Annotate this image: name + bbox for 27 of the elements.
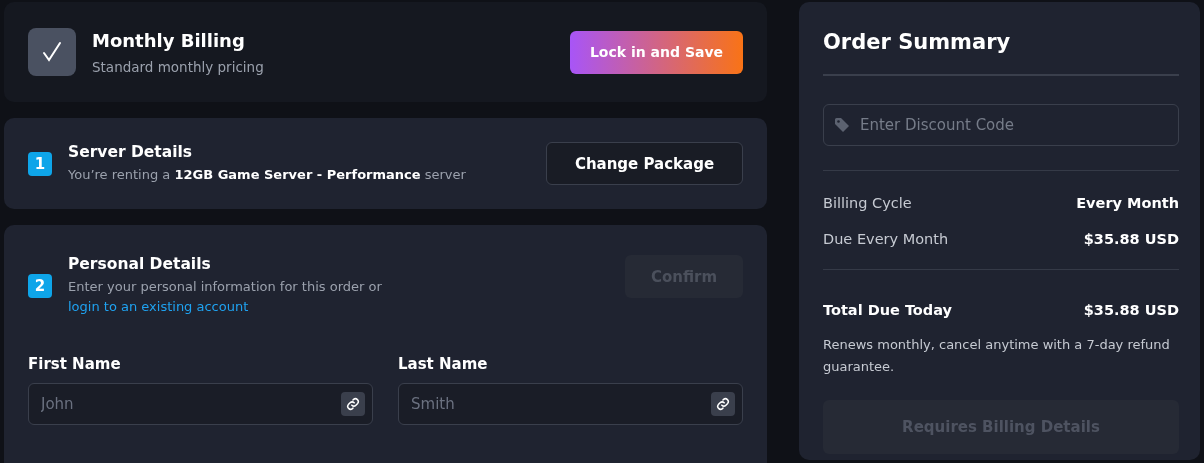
link-icon	[716, 397, 730, 411]
field-label: Last Name	[398, 355, 489, 373]
summary-value: $35.88 USD	[1083, 231, 1179, 247]
lock-in-button[interactable]: Lock in and Save	[570, 30, 743, 74]
change-package-button[interactable]: Change Package	[546, 142, 743, 185]
link-button[interactable]	[711, 392, 735, 416]
plan-subtitle: Standard monthly pricing	[92, 58, 265, 75]
summary-label: Billing Cycle	[823, 195, 912, 211]
total-value: $35.88 USD	[1083, 302, 1179, 318]
link-icon	[346, 397, 360, 411]
step-description: You’re renting a 12GB Game Server - Performance server	[68, 165, 467, 184]
link-button[interactable]	[341, 392, 365, 416]
step-number: 2	[28, 274, 52, 298]
step-title: Personal Details	[68, 255, 212, 273]
total-label: Total Due Today	[823, 302, 952, 318]
summary-value: Every Month	[1076, 195, 1179, 211]
tag-icon	[834, 117, 850, 133]
step-title: Server Details	[68, 142, 194, 161]
renewal-note: Renews monthly, cancel anytime with a 7-day refund guarantee.	[823, 336, 1171, 376]
summary-label: Due Every Month	[823, 231, 949, 247]
field-label: First Name	[28, 355, 122, 373]
step-description: Enter your personal information for this order or login to an existing account	[68, 278, 383, 316]
step-number: 1	[28, 151, 52, 176]
check-icon	[42, 41, 62, 63]
checkbox[interactable]	[28, 28, 76, 76]
plan-title: Monthly Billing	[92, 29, 246, 51]
summary-title: Order Summary	[823, 30, 1012, 54]
